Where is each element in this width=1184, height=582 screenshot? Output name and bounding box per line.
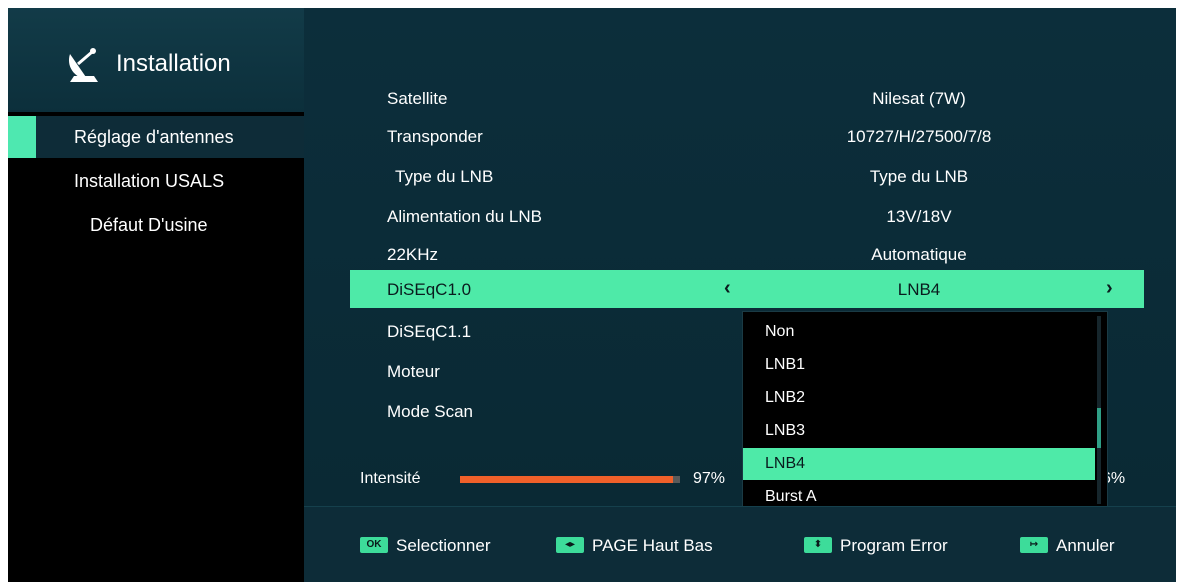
sidebar-item-antenna-settings[interactable]: Réglage d'antennes <box>8 116 304 158</box>
setting-label: Type du LNB <box>395 167 494 186</box>
setting-row-lnb-power[interactable]: Alimentation du LNB 13V/18V <box>304 198 1176 234</box>
left-right-key-icon: ◂▸ <box>556 537 584 553</box>
dropdown-option[interactable]: LNB2 <box>743 382 1095 414</box>
exit-key-icon: ↦ <box>1020 537 1048 553</box>
diseqc-dropdown-list[interactable]: Non LNB1 LNB2 LNB3 LNB4 Burst A <box>742 311 1108 511</box>
setting-label: DiSEqC1.0 <box>387 280 472 299</box>
sidebar-item-factory-default[interactable]: Défaut D'usine <box>8 204 304 246</box>
sidebar-header: Installation <box>8 8 304 112</box>
satellite-dish-icon <box>68 48 98 82</box>
up-down-key-icon: ⬍ <box>804 537 832 553</box>
dropdown-option-label: Burst A <box>765 488 817 505</box>
setting-label: Mode Scan <box>387 402 473 421</box>
selection-marker <box>8 116 36 158</box>
sidebar: Installation Réglage d'antennes Installa… <box>8 8 304 582</box>
stb-screen: Installation Réglage d'antennes Installa… <box>8 8 1176 582</box>
setting-label: 22KHz <box>387 245 439 264</box>
sidebar-title: Installation <box>116 50 231 77</box>
setting-value: Type du LNB <box>869 167 969 186</box>
signal-label: Intensité <box>360 470 421 487</box>
dropdown-option-label: LNB4 <box>765 455 806 472</box>
ok-key-icon: OK <box>360 537 388 553</box>
setting-label: Alimentation du LNB <box>387 207 542 226</box>
scrollbar-thumb[interactable] <box>1097 408 1101 448</box>
hint-label: PAGE Haut Bas <box>592 536 713 555</box>
sidebar-item-label: Réglage d'antennes <box>74 127 234 147</box>
signal-strength-value: 97% <box>693 470 726 487</box>
setting-label: Satellite <box>387 89 448 108</box>
setting-value: 10727/H/27500/7/8 <box>846 127 992 146</box>
dropdown-option[interactable]: LNB1 <box>743 349 1095 381</box>
signal-strength-fill <box>460 476 674 483</box>
dropdown-option-label: LNB2 <box>765 389 806 406</box>
dropdown-scrollbar[interactable] <box>1097 316 1101 504</box>
footer-hints: OK Selectionner ◂▸ PAGE Haut Bas ⬍ Progr… <box>304 506 1176 582</box>
setting-row-lnb-type[interactable]: Type du LNB Type du LNB <box>304 158 1176 194</box>
dropdown-option-label: LNB3 <box>765 422 806 439</box>
setting-value: LNB4 <box>897 280 941 299</box>
setting-row-22khz[interactable]: 22KHz Automatique <box>304 236 1176 272</box>
chevron-left-icon[interactable]: ‹ <box>724 277 731 300</box>
chevron-right-icon[interactable]: › <box>1106 277 1113 300</box>
setting-value: Nilesat (7W) <box>872 89 966 108</box>
signal-strength-bar <box>460 476 680 483</box>
sidebar-item-label: Installation USALS <box>74 171 225 191</box>
setting-row-satellite[interactable]: Satellite Nilesat (7W) <box>304 80 1176 116</box>
setting-value: Automatique <box>871 245 967 264</box>
hint-label: Program Error <box>840 536 948 555</box>
setting-row-diseqc10[interactable]: DiSEqC1.0 ‹ LNB4 › <box>350 270 1144 308</box>
sidebar-item-label: Défaut D'usine <box>90 215 208 235</box>
hint-label: Selectionner <box>396 536 491 555</box>
dropdown-option-label: Non <box>765 323 795 340</box>
setting-row-transponder[interactable]: Transponder 10727/H/27500/7/8 <box>304 118 1176 154</box>
dropdown-option[interactable]: LNB3 <box>743 415 1095 447</box>
hint-label: Annuler <box>1056 536 1115 555</box>
dropdown-option[interactable]: Non <box>743 316 1095 348</box>
sidebar-item-usals[interactable]: Installation USALS <box>8 160 304 202</box>
dropdown-option[interactable]: LNB4 <box>743 448 1095 480</box>
dropdown-option-label: LNB1 <box>765 356 806 373</box>
setting-value: 13V/18V <box>886 207 952 226</box>
setting-label: Moteur <box>387 362 440 381</box>
setting-label: DiSEqC1.1 <box>387 322 472 341</box>
setting-label: Transponder <box>387 127 483 146</box>
